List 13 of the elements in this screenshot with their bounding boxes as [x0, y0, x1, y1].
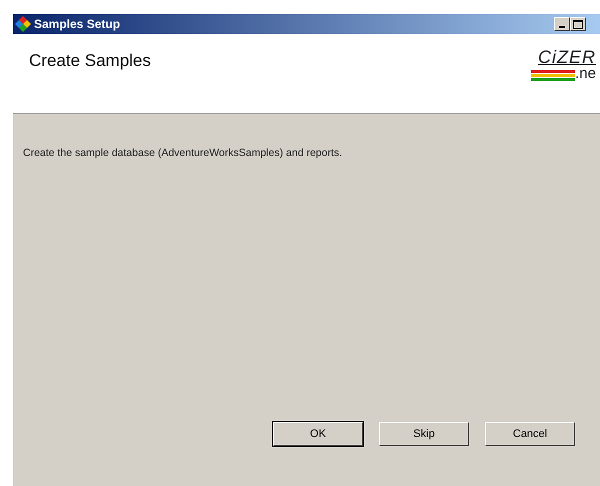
message-text: Create the sample database (AdventureWorksSamples) and reports. — [22, 146, 344, 161]
logo-suffix: .ne — [575, 66, 596, 81]
window-title: Samples Setup — [34, 16, 120, 33]
dialog-button[interactable]: OK — [273, 422, 363, 446]
minimize-button[interactable] — [554, 17, 570, 31]
stripes-icon — [531, 69, 576, 81]
page-title: Create Samples — [29, 50, 151, 72]
logo-text: CiZER — [538, 48, 596, 66]
maximize-icon — [573, 20, 583, 28]
app-icon — [15, 16, 31, 32]
maximize-button[interactable] — [570, 17, 586, 31]
dialog-button[interactable]: Cancel — [485, 422, 575, 446]
dialog-button[interactable]: Skip — [379, 422, 469, 446]
